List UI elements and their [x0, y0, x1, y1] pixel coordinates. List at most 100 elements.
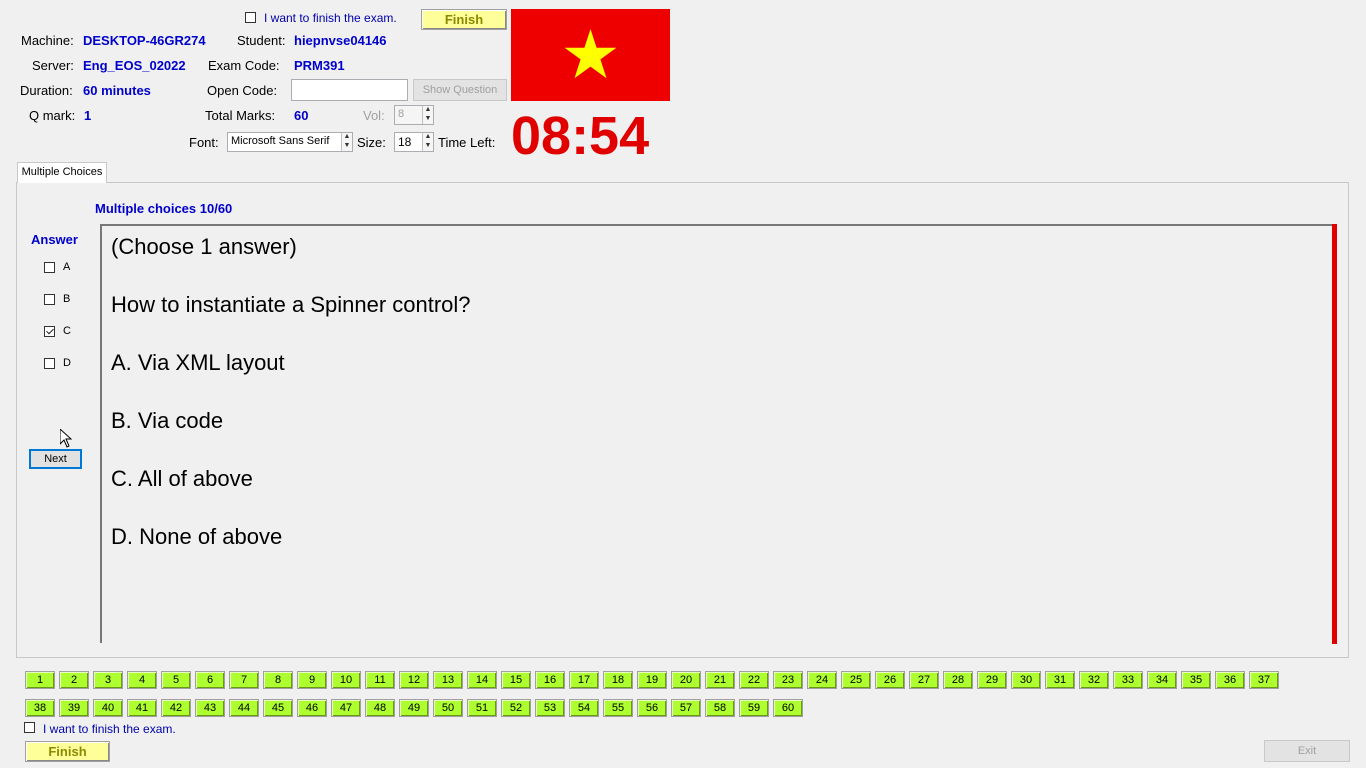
question-nav-button-16[interactable]: 16	[535, 671, 565, 689]
question-nav-button-25[interactable]: 25	[841, 671, 871, 689]
question-nav-button-57[interactable]: 57	[671, 699, 701, 717]
question-nav-button-48[interactable]: 48	[365, 699, 395, 717]
question-nav-button-6[interactable]: 6	[195, 671, 225, 689]
question-nav-button-14[interactable]: 14	[467, 671, 497, 689]
question-nav-button-9[interactable]: 9	[297, 671, 327, 689]
question-nav-button-51[interactable]: 51	[467, 699, 497, 717]
question-nav-button-41[interactable]: 41	[127, 699, 157, 717]
question-nav-button-32[interactable]: 32	[1079, 671, 1109, 689]
question-nav-button-1[interactable]: 1	[25, 671, 55, 689]
question-nav-button-10[interactable]: 10	[331, 671, 361, 689]
question-nav-button-44[interactable]: 44	[229, 699, 259, 717]
vol-spin-arrows[interactable]: ▲ ▼	[422, 106, 433, 124]
answer-a-label: A	[63, 261, 71, 273]
question-nav-button-8[interactable]: 8	[263, 671, 293, 689]
vol-stepper[interactable]: 8 ▲ ▼	[394, 105, 434, 125]
question-text-area: (Choose 1 answer) How to instantiate a S…	[100, 224, 1337, 643]
size-stepper-value: 18	[398, 135, 412, 149]
open-code-label: Open Code:	[207, 83, 278, 98]
question-nav-button-24[interactable]: 24	[807, 671, 837, 689]
mouse-cursor-icon	[60, 429, 72, 448]
option-d-text: D. None of above	[111, 524, 283, 549]
option-b-text: B. Via code	[111, 408, 224, 433]
question-nav-button-49[interactable]: 49	[399, 699, 429, 717]
answer-d-label: D	[63, 357, 71, 369]
question-area-scroll-indicator	[1332, 224, 1337, 644]
question-nav-button-22[interactable]: 22	[739, 671, 769, 689]
qmark-value: 1	[84, 108, 92, 123]
answer-c-checkbox[interactable]	[44, 326, 55, 337]
question-nav-button-20[interactable]: 20	[671, 671, 701, 689]
font-select[interactable]: Microsoft Sans Serif ▲ ▼	[227, 132, 353, 152]
finish-exam-checkbox-bottom[interactable]	[24, 722, 35, 733]
question-nav-button-13[interactable]: 13	[433, 671, 463, 689]
question-nav-button-2[interactable]: 2	[59, 671, 89, 689]
answer-d-checkbox[interactable]	[44, 358, 55, 369]
question-nav-button-37[interactable]: 37	[1249, 671, 1279, 689]
size-stepper[interactable]: 18 ▲ ▼	[394, 132, 434, 152]
question-nav-button-15[interactable]: 15	[501, 671, 531, 689]
question-nav-button-40[interactable]: 40	[93, 699, 123, 717]
finish-exam-checkbox-top[interactable]	[245, 12, 256, 23]
question-nav-button-26[interactable]: 26	[875, 671, 905, 689]
question-nav-button-39[interactable]: 39	[59, 699, 89, 717]
question-nav-button-18[interactable]: 18	[603, 671, 633, 689]
finish-button-bottom[interactable]: Finish	[25, 741, 110, 762]
question-nav-button-5[interactable]: 5	[161, 671, 191, 689]
question-nav-button-30[interactable]: 30	[1011, 671, 1041, 689]
question-nav-button-58[interactable]: 58	[705, 699, 735, 717]
question-nav-button-7[interactable]: 7	[229, 671, 259, 689]
answer-a-checkbox[interactable]	[44, 262, 55, 273]
exit-button[interactable]: Exit	[1264, 740, 1350, 762]
tab-multiple-choices[interactable]: Multiple Choices	[17, 162, 107, 183]
time-left-label: Time Left:	[438, 135, 496, 150]
question-nav-button-52[interactable]: 52	[501, 699, 531, 717]
answer-title: Answer	[31, 232, 78, 247]
open-code-input[interactable]	[291, 79, 408, 101]
size-label: Size:	[357, 135, 386, 150]
answer-b-checkbox[interactable]	[44, 294, 55, 305]
question-nav-button-12[interactable]: 12	[399, 671, 429, 689]
question-nav-button-42[interactable]: 42	[161, 699, 191, 717]
question-nav-button-34[interactable]: 34	[1147, 671, 1177, 689]
vol-stepper-value: 8	[398, 108, 405, 120]
duration-value: 60 minutes	[83, 83, 151, 98]
exam-code-value: PRM391	[294, 58, 345, 73]
question-instruction: (Choose 1 answer)	[111, 234, 297, 259]
question-nav-button-60[interactable]: 60	[773, 699, 803, 717]
question-nav-button-3[interactable]: 3	[93, 671, 123, 689]
finish-button-top[interactable]: Finish	[421, 9, 507, 30]
question-nav-button-50[interactable]: 50	[433, 699, 463, 717]
show-question-button[interactable]: Show Question	[413, 79, 507, 101]
question-nav-button-29[interactable]: 29	[977, 671, 1007, 689]
question-nav-button-4[interactable]: 4	[127, 671, 157, 689]
question-nav-button-31[interactable]: 31	[1045, 671, 1075, 689]
question-nav-button-17[interactable]: 17	[569, 671, 599, 689]
question-nav-button-56[interactable]: 56	[637, 699, 667, 717]
question-nav-button-36[interactable]: 36	[1215, 671, 1245, 689]
question-nav-button-19[interactable]: 19	[637, 671, 667, 689]
font-spin-arrows[interactable]: ▲ ▼	[341, 133, 352, 151]
vietnam-flag-icon	[511, 9, 670, 101]
answer-b-label: B	[63, 293, 71, 305]
question-text: How to instantiate a Spinner control?	[111, 292, 471, 317]
question-nav-button-46[interactable]: 46	[297, 699, 327, 717]
question-nav-button-53[interactable]: 53	[535, 699, 565, 717]
question-nav-button-23[interactable]: 23	[773, 671, 803, 689]
question-nav-button-38[interactable]: 38	[25, 699, 55, 717]
next-button[interactable]: Next	[29, 449, 82, 469]
question-nav-button-47[interactable]: 47	[331, 699, 361, 717]
question-nav-button-27[interactable]: 27	[909, 671, 939, 689]
size-spin-arrows[interactable]: ▲ ▼	[422, 133, 433, 151]
question-nav-button-11[interactable]: 11	[365, 671, 395, 689]
question-nav-button-21[interactable]: 21	[705, 671, 735, 689]
question-nav-button-59[interactable]: 59	[739, 699, 769, 717]
question-nav-button-35[interactable]: 35	[1181, 671, 1211, 689]
question-nav-button-33[interactable]: 33	[1113, 671, 1143, 689]
question-nav-button-45[interactable]: 45	[263, 699, 293, 717]
exam-code-label: Exam Code:	[208, 58, 280, 73]
question-nav-button-28[interactable]: 28	[943, 671, 973, 689]
question-nav-button-43[interactable]: 43	[195, 699, 225, 717]
question-nav-button-54[interactable]: 54	[569, 699, 599, 717]
question-nav-button-55[interactable]: 55	[603, 699, 633, 717]
